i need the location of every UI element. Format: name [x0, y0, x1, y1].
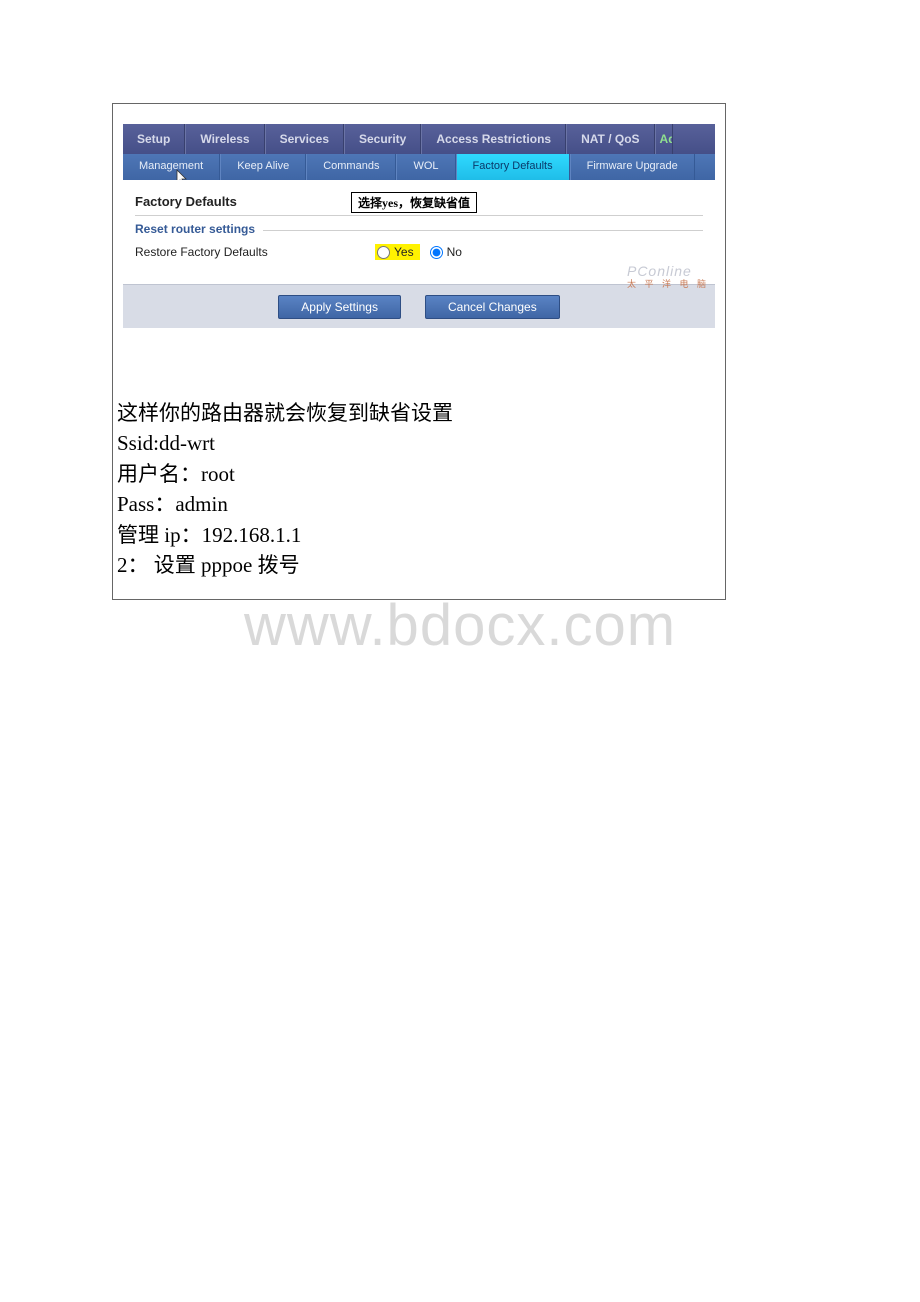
fieldset-legend: Reset router settings: [135, 222, 263, 236]
tab-wireless[interactable]: Wireless: [185, 124, 264, 154]
restore-defaults-row: Restore Factory Defaults Yes No: [135, 236, 703, 270]
reset-router-fieldset: Reset router settings Restore Factory De…: [135, 224, 703, 270]
page-watermark: www.bdocx.com: [0, 592, 920, 659]
tab-services[interactable]: Services: [265, 124, 344, 154]
subtab-commands[interactable]: Commands: [306, 154, 396, 180]
router-admin-ui: Setup Wireless Services Security Access …: [123, 124, 715, 328]
document-frame: Setup Wireless Services Security Access …: [112, 103, 726, 600]
note-line-username: 用户名：root: [117, 459, 721, 489]
tab-access-restrictions[interactable]: Access Restrictions: [421, 124, 566, 154]
tab-security[interactable]: Security: [344, 124, 421, 154]
tooltip-select-yes: 选择yes，恢复缺省值: [351, 192, 477, 213]
note-line-password: Pass：admin: [117, 489, 721, 519]
note-line-1: 这样你的路由器就会恢复到缺省设置: [117, 398, 721, 428]
subtab-factory-defaults[interactable]: Factory Defaults: [456, 154, 570, 180]
note-line-ssid: Ssid:dd-wrt: [117, 428, 721, 458]
cancel-changes-button[interactable]: Cancel Changes: [425, 295, 560, 319]
main-tab-bar: Setup Wireless Services Security Access …: [123, 124, 715, 154]
subtab-management[interactable]: Management: [123, 154, 220, 180]
radio-yes-label: Yes: [394, 245, 414, 259]
note-line-step2: 2： 设置 pppoe 拨号: [117, 550, 721, 580]
note-line-ip: 管理 ip：192.168.1.1: [117, 520, 721, 550]
notes-block: 这样你的路由器就会恢复到缺省设置 Ssid:dd-wrt 用户名：root Pa…: [113, 338, 725, 599]
tab-nat-qos[interactable]: NAT / QoS: [566, 124, 654, 154]
radio-no[interactable]: [430, 246, 443, 259]
restore-defaults-label: Restore Factory Defaults: [135, 245, 375, 259]
radio-yes[interactable]: [377, 246, 390, 259]
radio-no-label: No: [447, 245, 462, 259]
apply-settings-button[interactable]: Apply Settings: [278, 295, 401, 319]
tab-administration-truncated[interactable]: Ad: [655, 124, 673, 154]
subtab-firmware-upgrade[interactable]: Firmware Upgrade: [570, 154, 695, 180]
subtab-wol[interactable]: WOL: [396, 154, 455, 180]
pconline-watermark-line2: 太 平 洋 电 脑: [627, 277, 709, 290]
sub-tab-bar: Management Keep Alive Commands WOL Facto…: [123, 154, 715, 180]
subtab-keep-alive[interactable]: Keep Alive: [220, 154, 306, 180]
button-bar: PConline 太 平 洋 电 脑 Apply Settings Cancel…: [123, 284, 715, 328]
pconline-watermark: PConline 太 平 洋 电 脑: [627, 263, 709, 290]
radio-yes-wrap[interactable]: Yes: [375, 244, 420, 260]
tab-setup[interactable]: Setup: [123, 124, 185, 154]
radio-no-wrap[interactable]: No: [430, 245, 462, 259]
